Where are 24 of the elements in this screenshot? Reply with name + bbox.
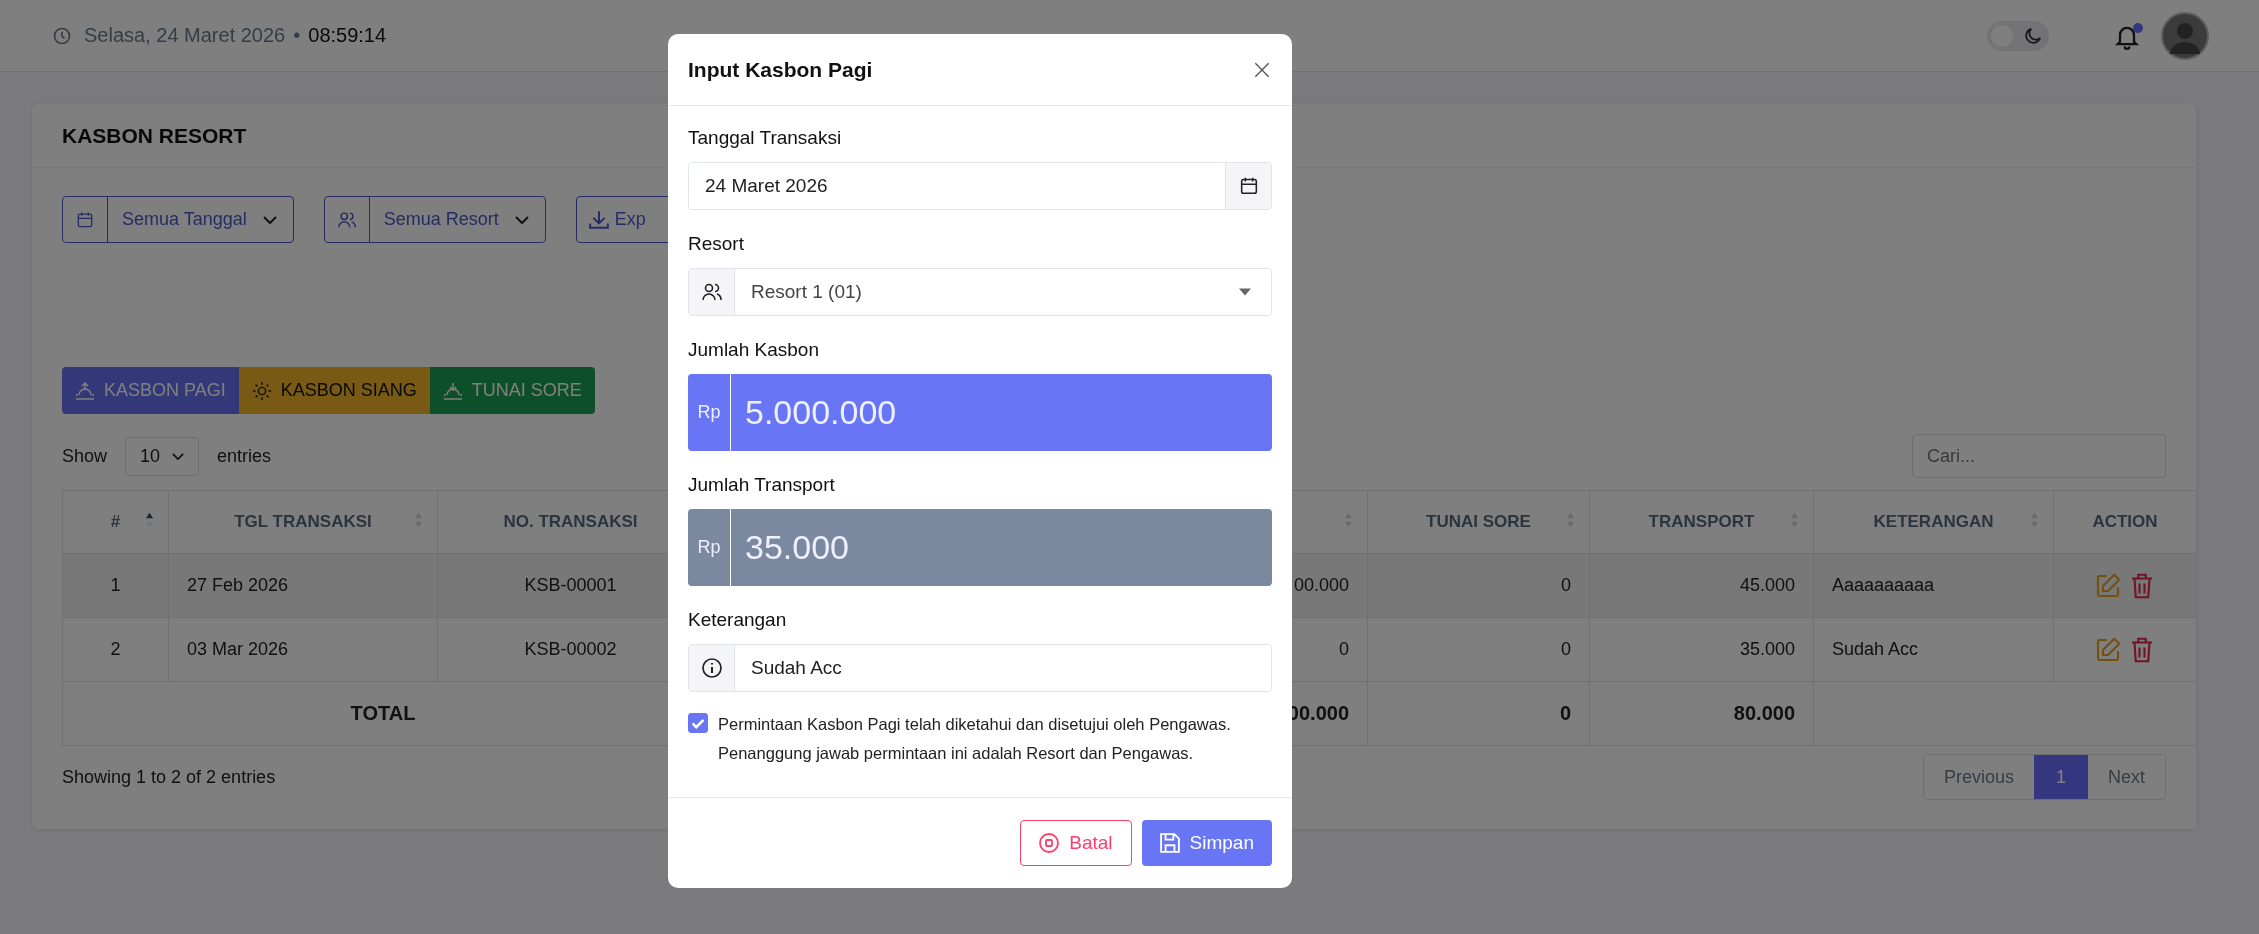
currency-prefix: Rp: [688, 509, 731, 586]
table-cell: 1: [62, 553, 169, 618]
show-label: Show: [62, 445, 108, 467]
total-cell: 0: [1367, 681, 1590, 746]
date-text: Selasa, 24 Maret 2026: [84, 24, 286, 47]
table-cell: Sudah Acc: [1813, 617, 2054, 682]
modal-title: Input Kasbon Pagi: [688, 57, 873, 82]
entries-label: entries: [217, 445, 272, 467]
field-label: Tanggal Transaksi: [688, 126, 843, 150]
table-cell: Aaaaaaaaaa: [1813, 553, 2054, 618]
table-cell: 03 Mar 2026: [168, 617, 438, 682]
table-cell: 27 Feb 2026: [168, 553, 438, 618]
table-cell: 2: [62, 617, 169, 682]
currency-prefix: Rp: [688, 374, 731, 451]
field-label: Jumlah Kasbon: [688, 338, 820, 362]
total-cell: 80.000: [1589, 681, 1814, 746]
table-cell: 0: [1367, 553, 1590, 618]
card-title: KASBON RESORT: [62, 123, 247, 148]
separator-dot: •: [293, 24, 301, 47]
table-cell: 35.000: [1589, 617, 1814, 682]
entries-info: Showing 1 to 2 of 2 entries: [62, 766, 276, 788]
table-cell: 0: [1367, 617, 1590, 682]
time-text: 08:59:14: [308, 24, 387, 47]
table-cell: 45.000: [1589, 553, 1814, 618]
